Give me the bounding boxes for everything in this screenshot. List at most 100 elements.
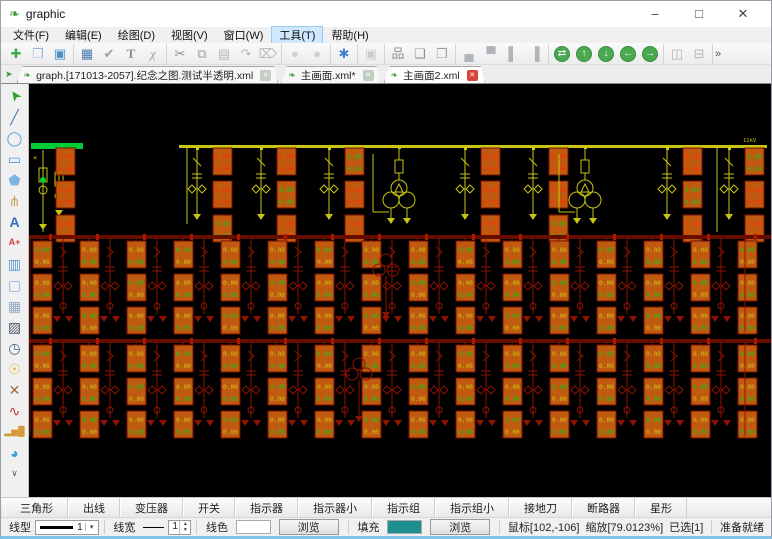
toolbar-overflow-icon[interactable]: » <box>715 48 721 60</box>
swap-button[interactable]: ⇄ <box>551 44 573 64</box>
move-right-button[interactable]: → <box>639 44 661 64</box>
menu-item-draw[interactable]: 绘图(D) <box>110 26 163 44</box>
group-button[interactable]: ❏ <box>409 44 431 64</box>
palette-overflow-button[interactable]: ∨ <box>3 463 27 484</box>
line-type-dropdown[interactable]: 1 ▾ <box>35 520 99 535</box>
select-tool-button[interactable]: ➤ <box>3 85 27 106</box>
svg-text:0.00: 0.00 <box>646 259 661 266</box>
bulb-tool-button[interactable]: ☉ <box>3 358 27 379</box>
move-left-icon: ← <box>620 46 636 62</box>
fill-color-swatch[interactable] <box>387 520 422 534</box>
schematic-diagram[interactable]: ×0.000.000.000.000.000.0011kV0.000.000.0… <box>29 84 771 497</box>
mouse-position-readout: 鼠标[102,-106] <box>508 519 580 535</box>
export-button[interactable]: ▣ <box>360 44 382 64</box>
toolbar-group: ▄▀▌▐ <box>456 44 549 64</box>
dropdown-arrow-icon[interactable]: ▾ <box>85 523 98 531</box>
tab-main-screen[interactable]: ❧主画面.xml*✕ <box>281 66 380 83</box>
symbol-tab-star[interactable]: 星形 <box>635 498 687 517</box>
align-bottom-button[interactable]: ▄ <box>458 44 480 64</box>
rounded-rect-tool-button[interactable]: ▢ <box>3 274 27 295</box>
stepper-arrows-icon[interactable]: ▲▼ <box>179 521 190 534</box>
pentagon-tool-button[interactable]: ⬟ <box>3 169 27 190</box>
copy-button[interactable]: ⧉ <box>191 44 213 64</box>
svg-text:0.00: 0.00 <box>223 396 238 403</box>
curve-tool-button[interactable]: ✕ <box>3 379 27 400</box>
redo-button[interactable]: ↷ <box>235 44 257 64</box>
svg-text:0.00: 0.00 <box>411 384 426 391</box>
image-tool-button[interactable]: ▥ <box>3 253 27 274</box>
layout-rows-button[interactable]: ⊟ <box>688 44 710 64</box>
symbol-tab-switch[interactable]: 开关 <box>183 498 235 517</box>
drawing-canvas[interactable]: ×0.000.000.000.000.000.0011kV0.000.000.0… <box>29 84 771 497</box>
undo-circle-button[interactable]: ● <box>284 44 306 64</box>
symbol-tab-breaker[interactable]: 断路器 <box>572 498 635 517</box>
italic-x-icon: χ <box>150 47 156 60</box>
hatch-tool-icon: ▨ <box>8 320 21 334</box>
fill-color-browse-button[interactable]: 浏览 <box>430 519 490 535</box>
settings-gear-button[interactable]: ✱ <box>333 44 355 64</box>
menu-item-window[interactable]: 窗口(W) <box>216 26 272 44</box>
svg-text:0.00: 0.00 <box>82 384 97 391</box>
tab-main-screen-2[interactable]: ❧主画面2.xml✕ <box>384 66 485 83</box>
redo-circle-button[interactable]: ● <box>306 44 328 64</box>
pie-chart-tool-button[interactable]: ◕ <box>3 442 27 463</box>
polyline-chart-tool-button[interactable]: ∿ <box>3 400 27 421</box>
move-up-button[interactable]: ↑ <box>573 44 595 64</box>
tab-close-icon[interactable]: ✕ <box>260 70 271 81</box>
align-top-button[interactable]: ▀ <box>480 44 502 64</box>
save-button[interactable]: ▣ <box>49 44 71 64</box>
line-tool-icon: ╱ <box>10 110 18 124</box>
move-left-button[interactable]: ← <box>617 44 639 64</box>
fan-tool-button[interactable]: ⋔ <box>3 190 27 211</box>
bar-chart-tool-button[interactable]: ▂▅█ <box>3 421 27 442</box>
symbol-tab-indicator[interactable]: 指示器 <box>235 498 298 517</box>
delete-button[interactable]: ⌦ <box>257 44 279 64</box>
polyline-chart-tool-icon: ∿ <box>9 404 21 418</box>
hatch-tool-button[interactable]: ▨ <box>3 316 27 337</box>
tab-close-icon[interactable]: ✕ <box>467 70 478 81</box>
symbol-tab-indicator-group-small[interactable]: 指示组小 <box>435 498 509 517</box>
italic-x-button[interactable]: χ <box>142 44 164 64</box>
line-color-swatch[interactable] <box>236 520 271 534</box>
line-width-stepper[interactable]: 1 ▲▼ <box>168 520 191 535</box>
hierarchy-button[interactable]: 品 <box>387 44 409 64</box>
symbol-tab-outgoing-line[interactable]: 出线 <box>68 498 120 517</box>
symbol-tab-transformer[interactable]: 变压器 <box>120 498 183 517</box>
maximize-button[interactable]: □ <box>677 2 721 26</box>
symbol-tab-indicator-small[interactable]: 指示器小 <box>298 498 372 517</box>
menu-item-help[interactable]: 帮助(H) <box>323 26 376 44</box>
align-right-button[interactable]: ▐ <box>524 44 546 64</box>
text-button[interactable]: T <box>120 44 142 64</box>
minimize-button[interactable]: – <box>633 2 677 26</box>
align-left-button[interactable]: ▌ <box>502 44 524 64</box>
close-button[interactable]: ✕ <box>721 2 765 26</box>
check-button[interactable]: ✔ <box>98 44 120 64</box>
tab-graph-file[interactable]: ❧graph.[171013-2057].纪念之图.测试半透明.xml✕ <box>17 66 279 83</box>
menu-item-file[interactable]: 文件(F) <box>5 26 57 44</box>
toolbar-group: ✂⧉▤↷⌦ <box>167 44 282 64</box>
menu-item-view[interactable]: 视图(V) <box>163 26 216 44</box>
symbol-tab-ground-knife[interactable]: 接地刀 <box>509 498 572 517</box>
grid-button[interactable]: ▦ <box>76 44 98 64</box>
move-down-button[interactable]: ↓ <box>595 44 617 64</box>
line-tool-button[interactable]: ╱ <box>3 106 27 127</box>
layout-columns-button[interactable]: ◫ <box>666 44 688 64</box>
paste-button[interactable]: ▤ <box>213 44 235 64</box>
tab-close-icon[interactable]: ✕ <box>363 70 374 81</box>
text-add-tool-button[interactable]: A+ <box>3 232 27 253</box>
ungroup-button[interactable]: ❐ <box>431 44 453 64</box>
line-color-browse-button[interactable]: 浏览 <box>279 519 339 535</box>
menu-item-tools[interactable]: 工具(T) <box>271 26 323 44</box>
cut-button[interactable]: ✂ <box>169 44 191 64</box>
menu-item-edit[interactable]: 编辑(E) <box>57 26 110 44</box>
ellipse-tool-button[interactable]: ◯ <box>3 127 27 148</box>
clock-tool-button[interactable]: ◷ <box>3 337 27 358</box>
text-tool-button[interactable]: A <box>3 211 27 232</box>
symbol-tab-triangle[interactable]: 三角形 <box>5 498 68 517</box>
open-folder-button[interactable]: ❐ <box>27 44 49 64</box>
symbol-tab-indicator-group[interactable]: 指示组 <box>372 498 435 517</box>
rectangle-tool-button[interactable]: ▭ <box>3 148 27 169</box>
table-tool-button[interactable]: ▦ <box>3 295 27 316</box>
new-file-button[interactable]: ✚ <box>5 44 27 64</box>
tab-nav-icon[interactable]: ➤ <box>5 69 13 80</box>
